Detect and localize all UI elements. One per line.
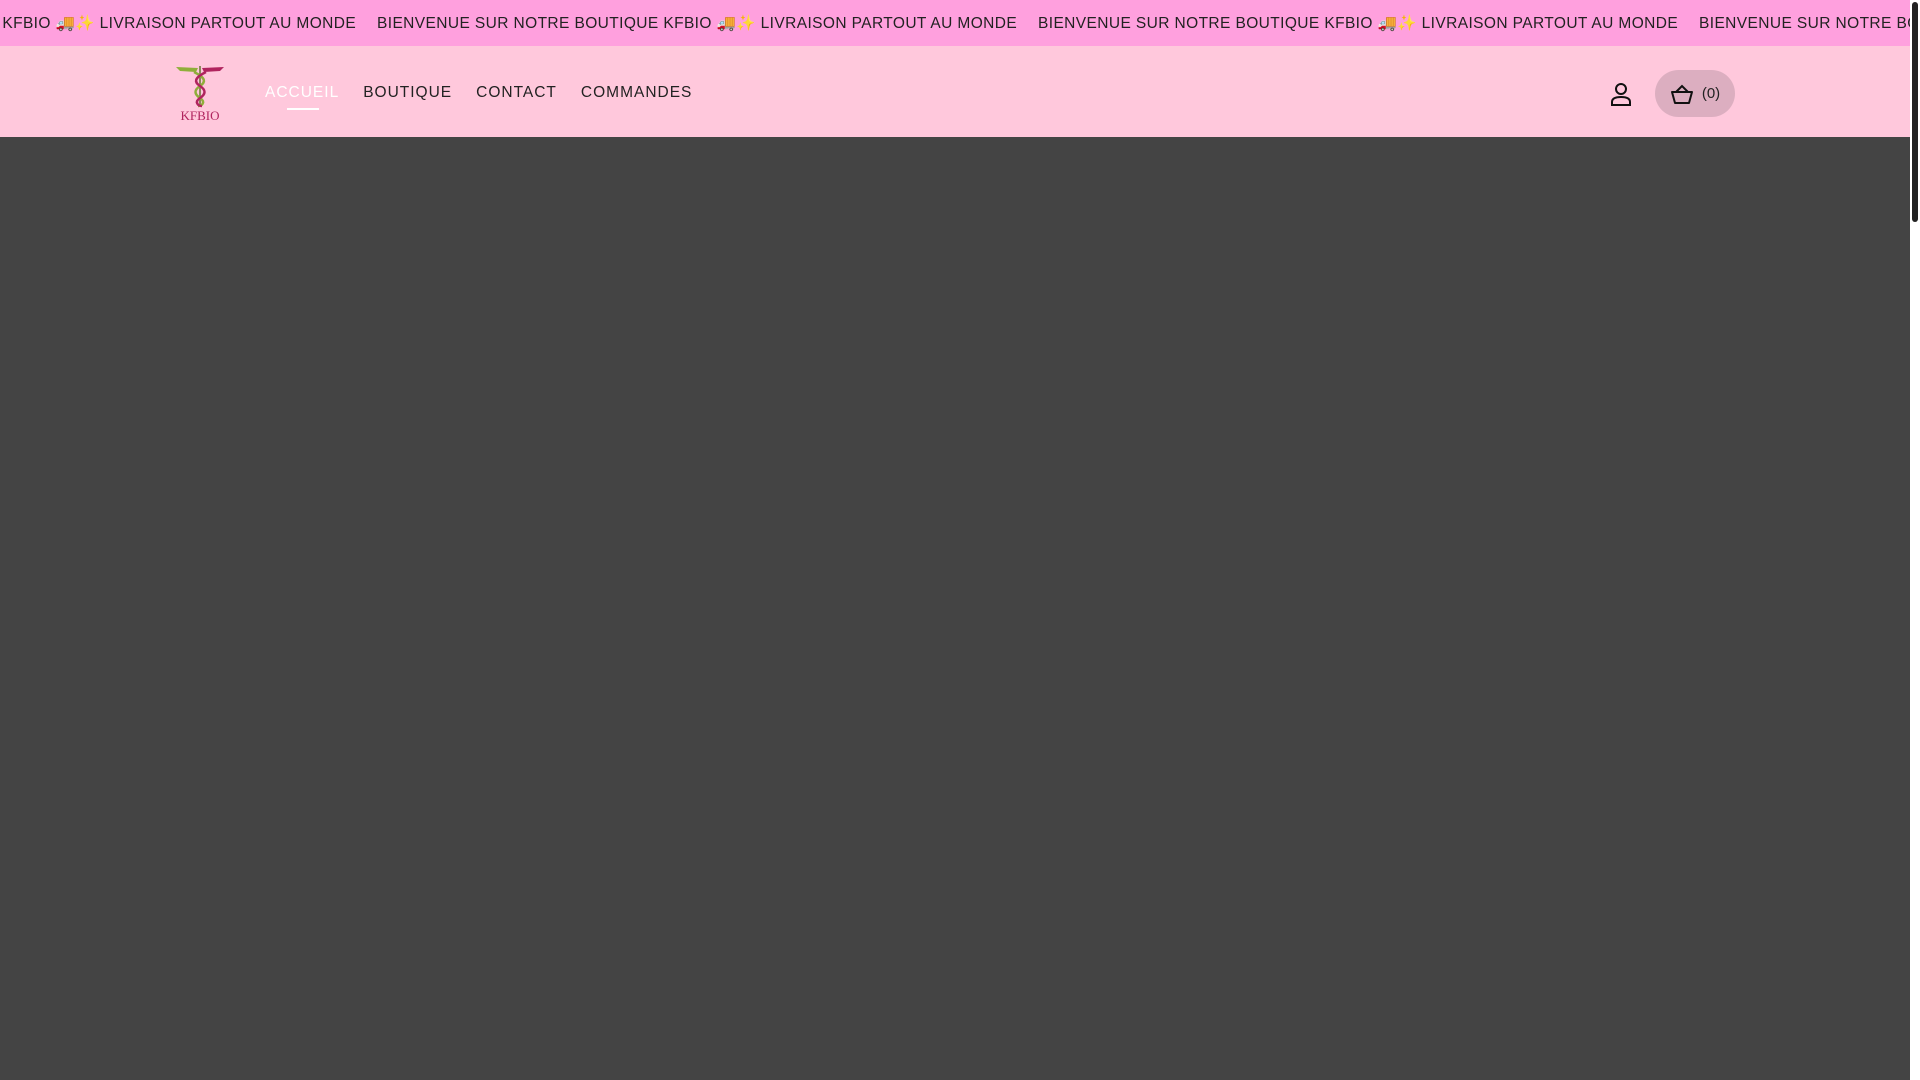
scrollbar-thumb[interactable] bbox=[1912, 2, 1918, 222]
cart-button[interactable]: (0) bbox=[1655, 70, 1735, 117]
basket-icon bbox=[1670, 84, 1693, 104]
main-nav: ACCUEIL BOUTIQUE CONTACT COMMANDES bbox=[265, 84, 692, 110]
caduceus-logo-icon bbox=[176, 66, 224, 108]
announcement-message: BIENVENUE SUR NOTRE BOUTIQUE KFBIO 🚚✨ LI… bbox=[377, 14, 1018, 32]
logo-link[interactable]: KFBIO bbox=[172, 64, 228, 124]
announcement-bar: BIENVENUE SUR NOTRE BOUTIQUE KFBIO 🚚✨ LI… bbox=[0, 0, 1910, 46]
nav-contact[interactable]: CONTACT bbox=[476, 84, 557, 102]
nav-boutique[interactable]: BOUTIQUE bbox=[363, 84, 452, 102]
user-icon bbox=[1611, 83, 1631, 106]
nav-commandes[interactable]: COMMANDES bbox=[581, 84, 692, 102]
nav-accueil[interactable]: ACCUEIL bbox=[265, 84, 339, 110]
scrollbar[interactable] bbox=[1910, 0, 1920, 1080]
announcement-message: BIENVENUE SUR NOTRE BOUTIQUE KFBIO 🚚✨ LI… bbox=[1038, 14, 1679, 32]
site-header: KFBIO ACCUEIL BOUTIQUE CONTACT COMMANDES… bbox=[0, 46, 1910, 137]
main-content bbox=[0, 137, 1910, 1080]
announcement-marquee: BIENVENUE SUR NOTRE BOUTIQUE KFBIO 🚚✨ LI… bbox=[0, 0, 1910, 46]
logo-text: KFBIO bbox=[180, 108, 220, 123]
account-button[interactable] bbox=[1608, 81, 1634, 107]
announcement-message: BIENVENUE SUR NOTRE BOUTIQUE KFBIO 🚚✨ LI… bbox=[0, 14, 357, 32]
cart-count: (0) bbox=[1701, 85, 1721, 102]
announcement-message: BIENVENUE SUR NOTRE BOUTIQUE KFBIO 🚚✨ LI… bbox=[1699, 14, 1910, 32]
